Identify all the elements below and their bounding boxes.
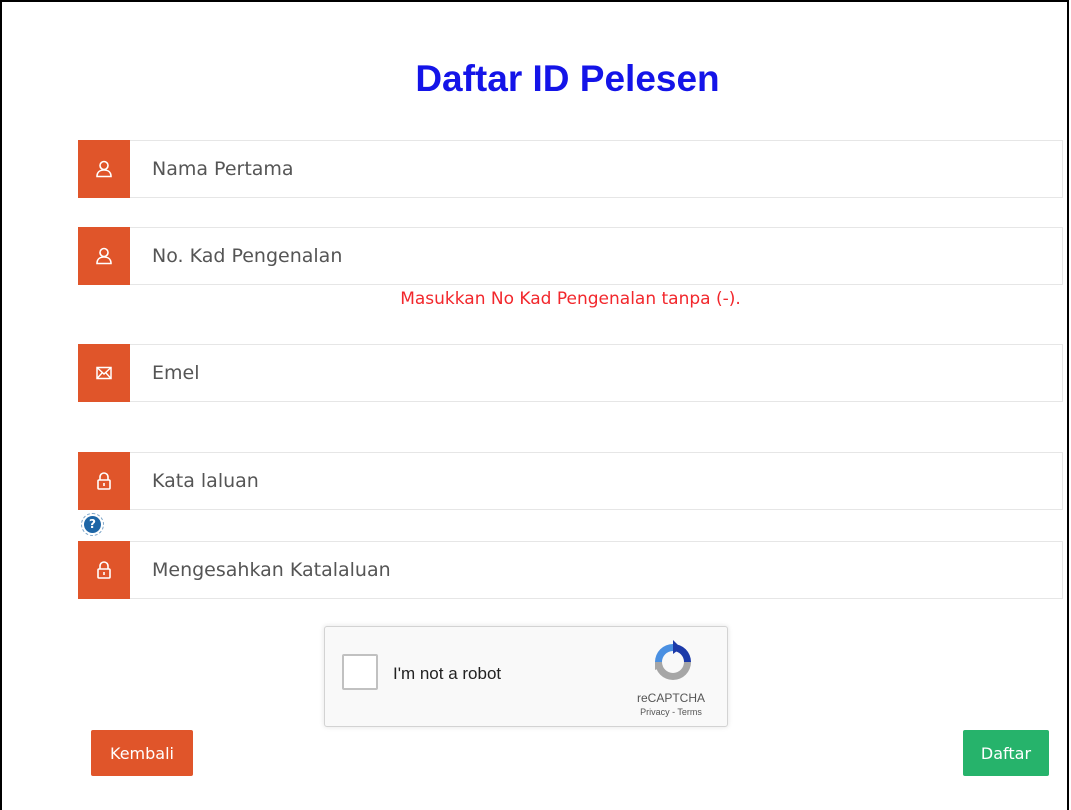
submit-button[interactable]: Daftar: [963, 730, 1049, 776]
recaptcha-widget: I'm not a robot reCAPTCHA Privacy - Term…: [324, 626, 728, 727]
user-icon: [78, 227, 130, 285]
confirm-password-group: [78, 541, 1063, 599]
first-name-input[interactable]: [130, 140, 1063, 198]
recaptcha-brand: reCAPTCHA: [636, 691, 705, 705]
confirm-password-input[interactable]: [130, 541, 1063, 599]
email-group: [78, 344, 1063, 402]
ic-number-input[interactable]: [130, 227, 1063, 285]
user-icon: [78, 140, 130, 198]
password-group: [78, 452, 1063, 510]
lock-icon: [78, 541, 130, 599]
recaptcha-logo-icon: [651, 640, 695, 684]
recaptcha-privacy-terms-link[interactable]: Privacy - Terms: [615, 707, 727, 717]
ic-number-group: [78, 227, 1063, 285]
password-help-icon[interactable]: ?: [81, 513, 104, 536]
back-button[interactable]: Kembali: [91, 730, 193, 776]
ic-number-hint: Masukkan No Kad Pengenalan tanpa (-).: [400, 289, 741, 309]
envelope-icon: [78, 344, 130, 402]
lock-icon: [78, 452, 130, 510]
page-title: Daftar ID Pelesen: [415, 58, 720, 99]
recaptcha-checkbox[interactable]: [342, 654, 378, 690]
first-name-group: [78, 140, 1063, 198]
recaptcha-label: I'm not a robot: [393, 664, 502, 683]
question-mark-icon: ?: [84, 516, 101, 533]
password-input[interactable]: [130, 452, 1063, 510]
email-input[interactable]: [130, 344, 1063, 402]
